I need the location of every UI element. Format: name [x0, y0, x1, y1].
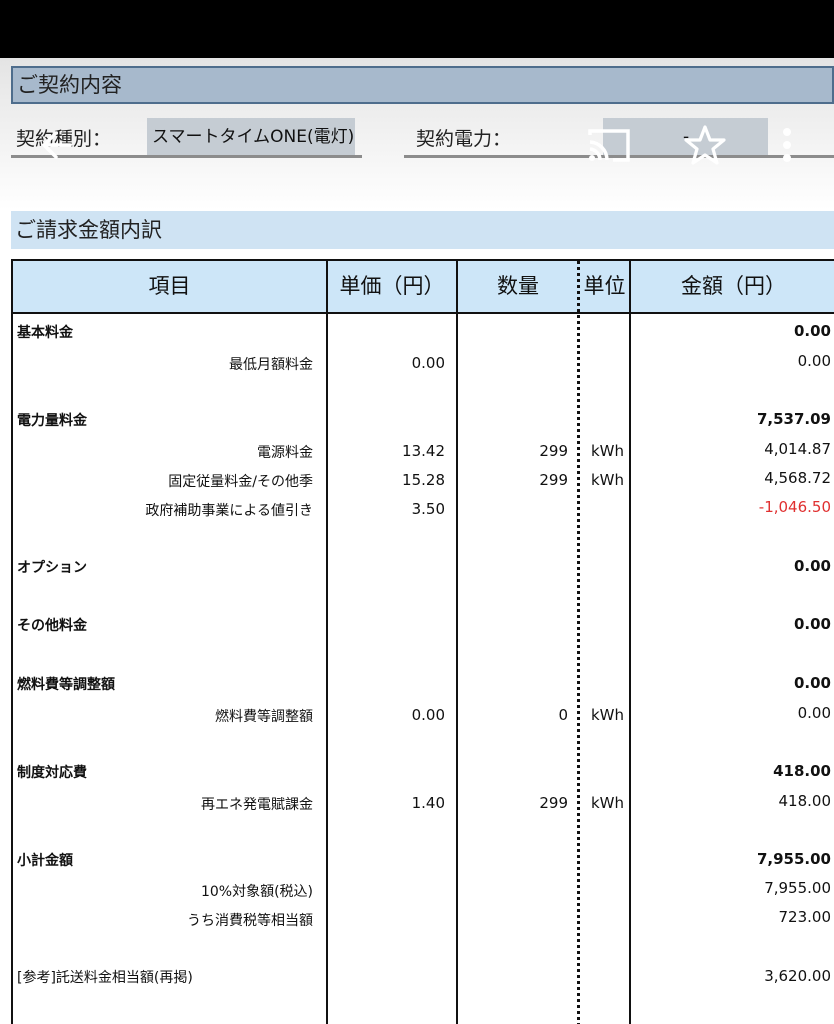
- billing-section-title: ご請求金額内訳: [11, 211, 834, 249]
- discount-amount: -1,046.50: [758, 498, 831, 516]
- table-row: オプション 0.00: [13, 557, 834, 579]
- category-label: その他料金: [17, 618, 87, 634]
- header-unit-price: 単価（円）: [339, 274, 445, 298]
- item-label: 10%対象額(税込): [200, 884, 313, 900]
- item-label: 固定従量料金/その他季: [168, 474, 313, 490]
- unit-price: 15.28: [402, 471, 445, 489]
- category-label: 電力量料金: [17, 413, 87, 429]
- table-row: 小計金額 7,955.00: [13, 850, 834, 872]
- unit: kWh: [591, 471, 625, 489]
- table-row: 制度対応費 418.00: [13, 762, 834, 784]
- cast-icon[interactable]: [586, 126, 632, 164]
- unit: kWh: [591, 794, 625, 812]
- header-quantity: 数量: [497, 274, 539, 298]
- contract-section-title: ご契約内容: [11, 66, 834, 104]
- category-label: 燃料費等調整額: [17, 677, 115, 693]
- category-amount: 0.00: [793, 322, 831, 340]
- table-row: 再エネ発電賦課金 1.40 299 kWh 418.00: [13, 792, 834, 814]
- category-label: オプション: [17, 560, 87, 576]
- table-row: 基本料金 0.00: [13, 322, 834, 344]
- table-row: 燃料費等調整額 0.00 0 kWh 0.00: [13, 704, 834, 726]
- item-label: 政府補助事業による値引き: [145, 503, 313, 519]
- header-unit: 単位: [583, 274, 626, 298]
- unit-price: 13.42: [402, 442, 445, 460]
- table-row: 政府補助事業による値引き 3.50 -1,046.50: [13, 498, 834, 520]
- item-amount: 0.00: [797, 352, 831, 370]
- table-row: 電力量料金 7,537.09: [13, 410, 834, 432]
- item-amount: 418.00: [778, 792, 832, 810]
- unit: kWh: [591, 706, 625, 724]
- category-label: 小計金額: [17, 853, 73, 869]
- billing-table: 項目 単価（円） 数量 単位 金額（円） 基本料金 0.00 最低月額料金 0.…: [11, 259, 834, 1024]
- category-label: 制度対応費: [17, 765, 87, 781]
- category-amount: 7,537.09: [756, 410, 831, 428]
- unit-price: 0.00: [411, 706, 445, 724]
- unit-price: 1.40: [411, 794, 445, 812]
- item-amount: 7,955.00: [764, 879, 831, 897]
- unit: kWh: [591, 442, 625, 460]
- quantity: 299: [539, 794, 568, 812]
- table-row: 燃料費等調整額 0.00: [13, 674, 834, 696]
- table-row: 最低月額料金 0.00 0.00: [13, 352, 834, 374]
- contract-power-label: 契約電力：: [416, 128, 512, 150]
- table-row: 電源料金 13.42 299 kWh 4,014.87: [13, 440, 834, 462]
- header-amount: 金額（円）: [681, 274, 786, 298]
- subtotal-amount: 7,955.00: [756, 850, 831, 868]
- item-label: 燃料費等調整額: [215, 709, 313, 725]
- category-amount: 0.00: [793, 674, 831, 692]
- unit-price: 0.00: [411, 354, 445, 372]
- more-options-icon[interactable]: [781, 127, 793, 163]
- quantity: 0: [558, 706, 568, 724]
- quantity: 299: [539, 442, 568, 460]
- table-header-row: 項目 単価（円） 数量 単位 金額（円）: [13, 261, 834, 314]
- contract-type-value: スマートタイムONE(電灯): [147, 118, 355, 156]
- category-amount: 418.00: [773, 762, 831, 780]
- item-amount: 4,014.87: [764, 440, 831, 458]
- item-amount: 723.00: [778, 908, 832, 926]
- item-amount: 0.00: [797, 704, 831, 722]
- category-label: 基本料金: [17, 325, 73, 341]
- table-row: [参考]託送料金相当額(再掲) 3,620.00: [13, 967, 834, 989]
- table-row: うち消費税等相当額 723.00: [13, 908, 834, 930]
- reference-label: [参考]託送料金相当額(再掲): [17, 970, 193, 986]
- quantity: 299: [539, 471, 568, 489]
- table-row: 10%対象額(税込) 7,955.00: [13, 879, 834, 901]
- reference-amount: 3,620.00: [764, 967, 831, 985]
- item-label: 再エネ発電賦課金: [201, 797, 313, 813]
- unit-price: 3.50: [411, 500, 445, 518]
- star-icon[interactable]: [684, 124, 726, 166]
- item-label: 電源料金: [257, 445, 313, 461]
- item-amount: 4,568.72: [764, 469, 831, 487]
- item-label: うち消費税等相当額: [187, 913, 313, 929]
- table-row: 固定従量料金/その他季 15.28 299 kWh 4,568.72: [13, 469, 834, 491]
- status-bar: [0, 0, 834, 58]
- category-amount: 0.00: [793, 557, 831, 575]
- table-row: その他料金 0.00: [13, 615, 834, 637]
- category-amount: 0.00: [793, 615, 831, 633]
- back-arrow-icon[interactable]: [40, 128, 74, 162]
- header-item: 項目: [148, 274, 191, 298]
- item-label: 最低月額料金: [229, 357, 313, 373]
